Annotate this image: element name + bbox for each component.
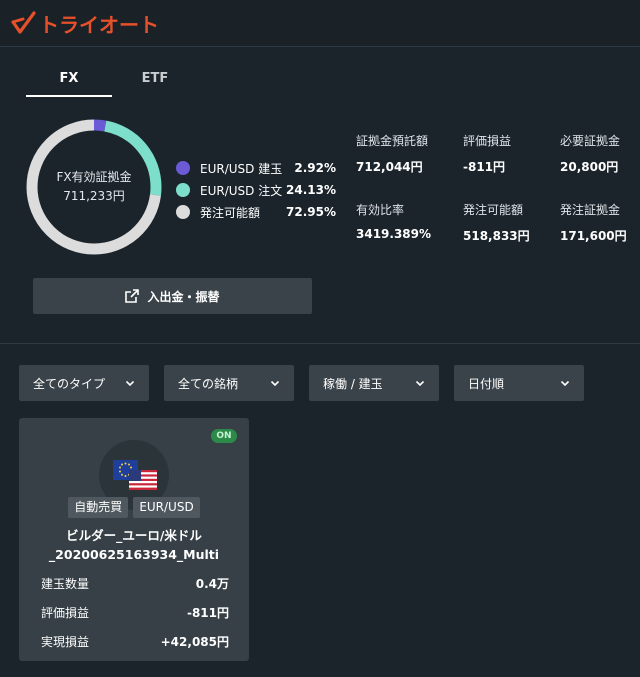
stat-unrealized-pl: 評価損益 -811円 — [463, 132, 560, 201]
stat-effective-ratio: 有効比率 3419.389% — [356, 201, 463, 270]
stat-value: 3419.389% — [356, 227, 432, 241]
chevron-down-icon — [560, 380, 570, 387]
filter-label: 稼働 / 建玉 — [323, 376, 383, 391]
account-stats: 証拠金預託額 712,044円 評価損益 -811円 必要証拠金 20,800円… — [356, 132, 640, 270]
stat-required-margin: 必要証拠金 20,800円 — [560, 132, 640, 201]
filter-type-dropdown[interactable]: 全てのタイプ — [19, 365, 149, 401]
filter-status-dropdown[interactable]: 稼働 / 建玉 — [309, 365, 439, 401]
legend-value: 24.13% — [286, 183, 336, 197]
stat-value: -811円 — [463, 160, 506, 174]
product-tabs: FX ETF — [26, 63, 198, 97]
chevron-down-icon — [415, 380, 425, 387]
strategy-title-line2: _20200625163934_Multi — [48, 547, 220, 562]
legend-value: 72.95% — [286, 205, 336, 219]
stat-value: 712,044円 — [356, 160, 423, 174]
legend-name: EUR/USD 注文 — [200, 183, 283, 198]
legend-item: EUR/USD 建玉 2.92% — [176, 157, 336, 179]
filter-label: 全ての銘柄 — [178, 376, 239, 391]
chevron-down-icon — [270, 380, 280, 387]
legend-dot — [176, 205, 190, 219]
app-header: トライオート — [0, 0, 640, 47]
strategy-stats: 建玉数量 0.4万 評価損益 -811円 実現損益 +42,085円 — [41, 569, 229, 656]
donut-value: 711,233円 — [63, 189, 125, 203]
stat-label: 必要証拠金 — [560, 134, 621, 148]
stat-value: 518,833円 — [463, 229, 530, 243]
legend-dot — [176, 161, 190, 175]
legend-item: EUR/USD 注文 24.13% — [176, 179, 336, 201]
donut-title: FX有効証拠金 — [56, 170, 132, 184]
stat-margin-deposit: 証拠金預託額 712,044円 — [356, 132, 463, 201]
filter-bar: 全てのタイプ 全ての銘柄 稼働 / 建玉 日付順 — [19, 365, 584, 401]
chevron-down-icon — [125, 380, 135, 387]
strategy-card[interactable]: ON 自動売買 EUR/USD ビルダー_ユーロ/米ドル _2020062516… — [19, 418, 249, 661]
strategy-title: ビルダー_ユーロ/米ドル _20200625163934_Multi — [19, 526, 249, 564]
stat-order-margin: 発注証拠金 171,600円 — [560, 201, 640, 270]
card-row: 実現損益 +42,085円 — [41, 627, 229, 656]
brand-name: トライオート — [39, 12, 159, 37]
stat-label: 評価損益 — [463, 134, 512, 148]
donut-center-label: FX有効証拠金 711,233円 — [25, 168, 163, 206]
card-row-label: 建玉数量 — [41, 577, 90, 591]
card-row-value: +42,085円 — [160, 635, 229, 649]
filter-sort-dropdown[interactable]: 日付順 — [454, 365, 584, 401]
legend-value: 2.92% — [294, 161, 336, 175]
legend-name: EUR/USD 建玉 — [200, 161, 283, 176]
us-flag-icon — [129, 470, 157, 490]
card-row-value: -811円 — [186, 606, 229, 620]
tag-auto-trade: 自動売買 — [68, 497, 129, 518]
section-divider — [0, 343, 640, 344]
status-badge: ON — [211, 429, 237, 443]
tab-etf[interactable]: ETF — [112, 63, 198, 97]
external-link-icon — [125, 289, 140, 303]
stat-available-order: 発注可能額 518,833円 — [463, 201, 560, 270]
legend-name: 発注可能額 — [200, 205, 261, 220]
legend-item: 発注可能額 72.95% — [176, 201, 336, 223]
card-row-value: 0.4万 — [195, 577, 229, 591]
strategy-title-line1: ビルダー_ユーロ/米ドル — [66, 528, 202, 543]
filter-label: 全てのタイプ — [33, 376, 106, 391]
legend-dot — [176, 183, 190, 197]
filter-symbol-dropdown[interactable]: 全ての銘柄 — [164, 365, 294, 401]
donut-legend: EUR/USD 建玉 2.92% EUR/USD 注文 24.13% 発注可能額… — [176, 157, 336, 223]
deposit-transfer-button[interactable]: 入出金・振替 — [33, 278, 312, 314]
logo-check-icon — [11, 11, 36, 34]
filter-label: 日付順 — [468, 376, 505, 391]
stat-label: 証拠金預託額 — [356, 134, 429, 148]
card-row-label: 評価損益 — [41, 606, 90, 620]
tag-currency-pair: EUR/USD — [133, 497, 200, 518]
card-row-label: 実現損益 — [41, 635, 90, 649]
tab-fx[interactable]: FX — [26, 63, 112, 97]
deposit-transfer-label: 入出金・振替 — [147, 289, 220, 304]
stat-value: 171,600円 — [560, 229, 627, 243]
card-tags: 自動売買 EUR/USD — [19, 497, 249, 518]
stat-label: 有効比率 — [356, 203, 405, 217]
brand-logo[interactable]: トライオート — [10, 9, 159, 38]
stat-label: 発注証拠金 — [560, 203, 621, 217]
stat-value: 20,800円 — [560, 160, 619, 174]
card-row: 評価損益 -811円 — [41, 598, 229, 627]
card-row: 建玉数量 0.4万 — [41, 569, 229, 598]
stat-label: 発注可能額 — [463, 203, 524, 217]
